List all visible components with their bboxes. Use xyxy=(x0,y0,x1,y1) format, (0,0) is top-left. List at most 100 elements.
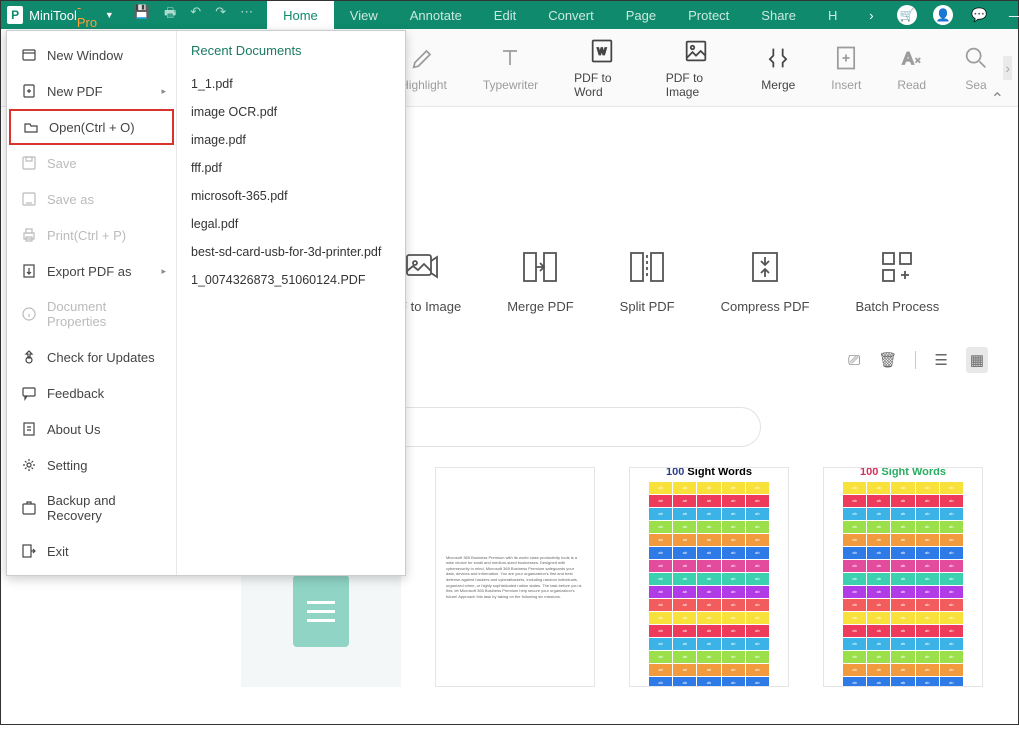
save-as-icon xyxy=(21,191,37,207)
separator xyxy=(915,351,916,369)
tool-batch-process[interactable]: Batch Process xyxy=(855,247,939,314)
file-plus-icon xyxy=(21,83,37,99)
recent-documents-list: 1_1.pdfimage OCR.pdfimage.pdffff.pdfmicr… xyxy=(185,70,397,294)
recent-documents-panel: Recent Documents 1_1.pdfimage OCR.pdfima… xyxy=(177,31,405,575)
file-menu-list: New WindowNew PDF▸Open(Ctrl + O)SaveSave… xyxy=(7,31,177,575)
logo-icon: P xyxy=(7,6,23,24)
menu-home[interactable]: Home xyxy=(267,1,334,29)
ribbon-typewriter[interactable]: Typewriter xyxy=(465,44,556,92)
ribbon-insert[interactable]: Insert xyxy=(813,44,879,92)
ribbon-pdf-to-word[interactable]: WPDF to Word xyxy=(556,37,648,99)
recent-document-item[interactable]: microsoft-365.pdf xyxy=(185,182,397,210)
recent-document-item[interactable]: image OCR.pdf xyxy=(185,98,397,126)
sight-grid: abababababababababababababababababababab… xyxy=(843,482,963,688)
quick-toolbar: 💾 🖶 ↶ ↷ ⋯ xyxy=(120,4,267,26)
submenu-arrow-icon: ▸ xyxy=(161,86,166,97)
tool-compress-pdf[interactable]: Compress PDF xyxy=(721,247,810,314)
sight-title-alt: 100 Sight Words xyxy=(843,467,963,478)
menu-item-feedback[interactable]: Feedback xyxy=(7,375,176,411)
brand-suffix: -Pro xyxy=(77,0,99,30)
tool-split-pdf[interactable]: Split PDF xyxy=(620,247,675,314)
app-logo[interactable]: P MiniTool-Pro ▼ xyxy=(1,0,120,30)
recent-document-item[interactable]: 1_0074326873_51060124.PDF xyxy=(185,266,397,294)
undo-icon[interactable]: ↶ xyxy=(190,4,201,26)
more-icon[interactable]: ⋯ xyxy=(240,4,253,26)
save-icon[interactable]: 💾 xyxy=(134,4,150,26)
about-icon xyxy=(21,421,37,437)
menu-item-printer: Print(Ctrl + P) xyxy=(7,217,176,253)
feedback-icon xyxy=(21,385,37,401)
recent-document-item[interactable]: legal.pdf xyxy=(185,210,397,238)
menu-item-save-as: Save as xyxy=(7,181,176,217)
redo-icon[interactable]: ↷ xyxy=(215,4,226,26)
title-bar: P MiniTool-Pro ▼ 💾 🖶 ↶ ↷ ⋯ Home View Ann… xyxy=(1,1,1018,29)
menu-convert[interactable]: Convert xyxy=(532,1,610,29)
save-icon xyxy=(21,155,37,171)
menu-edit[interactable]: Edit xyxy=(478,1,532,29)
grid-view-icon[interactable]: ▦ xyxy=(966,347,988,373)
ribbon-read[interactable]: ARead xyxy=(879,44,944,92)
cart-icon[interactable]: 🛒 xyxy=(889,1,925,29)
menu-item-about[interactable]: About Us xyxy=(7,411,176,447)
submenu-arrow-icon: ▸ xyxy=(161,266,166,277)
delete-icon[interactable]: 🗑 xyxy=(878,351,897,369)
ribbon-pdf-to-image[interactable]: PDF to Image xyxy=(648,37,744,99)
ribbon-collapse-icon[interactable]: ⌃ xyxy=(991,89,1004,744)
settings-icon xyxy=(21,457,37,473)
menu-page[interactable]: Page xyxy=(610,1,672,29)
menu-item-export[interactable]: Export PDF as▸ xyxy=(7,253,176,289)
menu-item-settings[interactable]: Setting xyxy=(7,447,176,483)
printer-icon xyxy=(21,227,37,243)
chat-icon[interactable]: 💬 xyxy=(961,1,997,29)
window-controls: › 🛒 👤 💬 — ☐ ✕ xyxy=(853,1,1019,29)
view-controls: ⎚ 🗑 ☰ ▦ xyxy=(848,347,988,373)
recent-document-item[interactable]: image.pdf xyxy=(185,126,397,154)
menu-bar: Home View Annotate Edit Convert Page Pro… xyxy=(267,1,853,29)
thumb-text: Microsoft 365 Business Premium with its … xyxy=(436,535,594,620)
tool-merge-pdf[interactable]: Merge PDF xyxy=(507,247,573,314)
account-icon[interactable]: 👤 xyxy=(925,1,961,29)
ribbon-merge[interactable]: Merge xyxy=(743,44,813,92)
recent-document-item[interactable]: 1_1.pdf xyxy=(185,70,397,98)
menu-share[interactable]: Share xyxy=(745,1,812,29)
menu-help[interactable]: H xyxy=(812,1,853,29)
menu-protect[interactable]: Protect xyxy=(672,1,745,29)
menu-item-backup[interactable]: Backup and Recovery xyxy=(7,483,176,533)
menu-item-save: Save xyxy=(7,145,176,181)
sight-grid: abababababababababababababababababababab… xyxy=(649,482,769,688)
thumb-sight-words-1[interactable]: 100 Sight Words abababababababababababab… xyxy=(629,467,789,687)
recent-document-item[interactable]: fff.pdf xyxy=(185,154,397,182)
brand-dropdown-icon[interactable]: ▼ xyxy=(105,10,114,20)
backup-icon xyxy=(21,500,37,516)
exit-icon xyxy=(21,543,37,559)
ribbon-search[interactable]: Sea xyxy=(944,44,1008,92)
menu-item-file-plus[interactable]: New PDF▸ xyxy=(7,73,176,109)
update-icon xyxy=(21,349,37,365)
menu-item-info: Document Properties xyxy=(7,289,176,339)
file-menu-panel: New WindowNew PDF▸Open(Ctrl + O)SaveSave… xyxy=(6,30,406,576)
list-view-icon[interactable]: ☰ xyxy=(934,351,947,369)
folder-open-icon xyxy=(23,119,39,135)
export-icon xyxy=(21,263,37,279)
brand-name: MiniTool xyxy=(29,8,77,23)
recent-document-item[interactable]: best-sd-card-usb-for-3d-printer.pdf xyxy=(185,238,397,266)
sight-title: 100 Sight Words xyxy=(649,467,769,478)
thumb-sight-words-2[interactable]: 100 Sight Words abababababababababababab… xyxy=(823,467,983,687)
info-icon xyxy=(21,306,37,322)
menu-item-exit[interactable]: Exit xyxy=(7,533,176,569)
thumb-ms365[interactable]: Microsoft 365 Business Premium with its … xyxy=(435,467,595,687)
print-icon[interactable]: 🖶 xyxy=(164,4,176,26)
svg-text:A: A xyxy=(902,49,913,67)
minimize-icon[interactable]: — xyxy=(997,1,1019,29)
menu-item-update[interactable]: Check for Updates xyxy=(7,339,176,375)
scanner-icon[interactable]: ⎚ xyxy=(848,352,860,369)
window-icon xyxy=(21,47,37,63)
svg-text:W: W xyxy=(597,46,606,56)
document-icon xyxy=(293,575,349,647)
menu-item-folder-open[interactable]: Open(Ctrl + O) xyxy=(9,109,174,145)
nav-right-icon[interactable]: › xyxy=(853,1,889,29)
menu-annotate[interactable]: Annotate xyxy=(394,1,478,29)
menu-item-window[interactable]: New Window xyxy=(7,37,176,73)
ribbon-scroll-right-icon[interactable]: › xyxy=(1003,56,1012,80)
menu-view[interactable]: View xyxy=(334,1,394,29)
